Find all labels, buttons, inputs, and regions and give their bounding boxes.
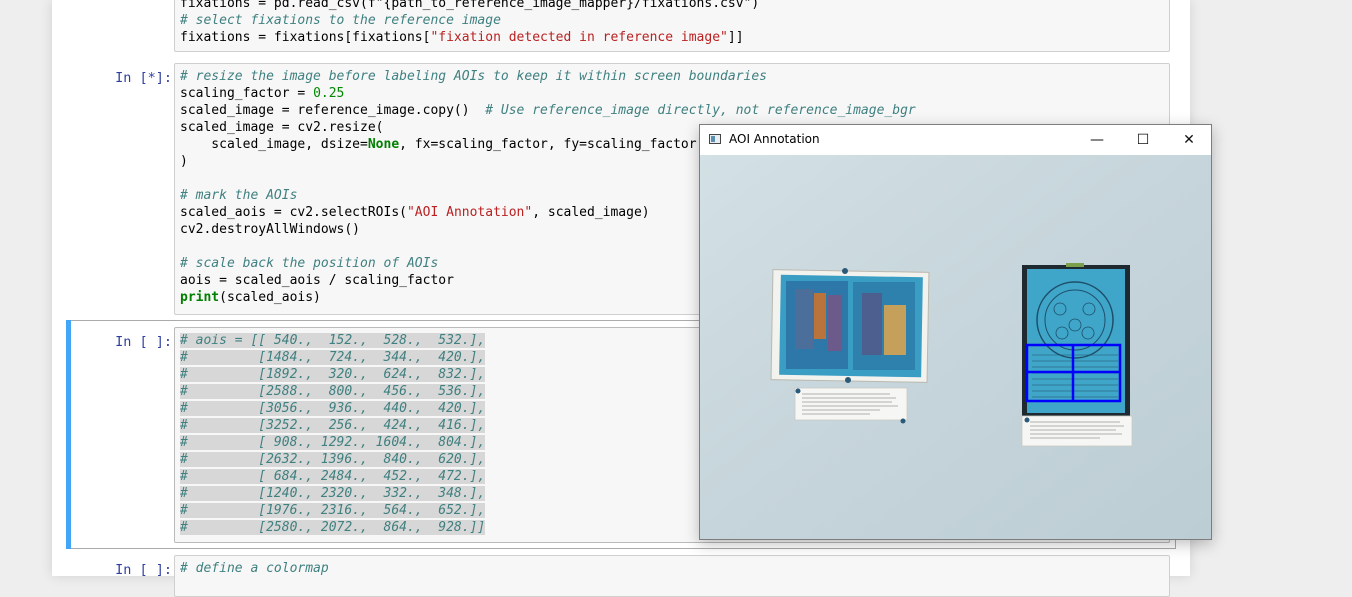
window-title: AOI Annotation — [729, 132, 820, 146]
code-token: ]] — [727, 30, 744, 45]
code-token: # [2580., 2072., 864., 928.]] — [180, 520, 486, 535]
code-input[interactable]: fixations = pd.read_csv(f"{path_to_refer… — [174, 0, 1170, 52]
code-token: # [1484., 724., 344., 420.], — [180, 350, 486, 365]
left-artwork — [770, 268, 930, 383]
code-line[interactable]: scaling_factor = 0.25 — [180, 85, 1169, 102]
code-token: , fx=scaling_factor, fy=scaling_factor — [399, 137, 697, 152]
code-token: print — [180, 290, 220, 305]
code-editor[interactable]: # define a colormap — [175, 556, 1169, 581]
code-token: scaling_factor = — [180, 86, 314, 101]
code-token: # [3056., 936., 440., 420.], — [180, 401, 486, 416]
code-token: ) — [180, 154, 188, 169]
aoi-annotation-window[interactable]: AOI Annotation — ☐ ✕ — [699, 124, 1212, 540]
code-token: fixations = pd.read_csv(f"{path_to_refer… — [180, 0, 760, 11]
code-token: (scaled_aois) — [219, 290, 321, 305]
code-line[interactable]: scaled_image = reference_image.copy() # … — [180, 102, 1169, 119]
code-token: # [3252., 256., 424., 416.], — [180, 418, 486, 433]
image-canvas[interactable] — [700, 155, 1211, 539]
code-token: # [1240., 2320., 332., 348.], — [180, 486, 486, 501]
code-token: scaled_image = reference_image.copy() — [180, 103, 486, 118]
close-button[interactable]: ✕ — [1166, 125, 1212, 155]
code-token: # [2632., 1396., 840., 620.], — [180, 452, 486, 467]
code-token: # define a colormap — [180, 561, 329, 576]
cell-prompt: In [ ]: — [115, 562, 172, 578]
code-token: scaled_image, dsize= — [180, 137, 368, 152]
app-window-icon — [709, 134, 721, 144]
code-token: None — [367, 137, 400, 152]
right-artwork — [1022, 263, 1130, 417]
code-token: cv2.destroyAllWindows() — [180, 222, 361, 237]
code-token: # [2588., 800., 456., 536.], — [180, 384, 486, 399]
code-token: # [ 908., 1292., 1604., 804.], — [180, 435, 486, 450]
code-token: , scaled_image) — [532, 205, 650, 220]
code-token: fixations = fixations[fixations[ — [180, 30, 431, 45]
code-token: # Use reference_image directly, not refe… — [485, 103, 916, 118]
code-token: # select fixations to the reference imag… — [180, 13, 501, 28]
cell-prompt: In [*]: — [115, 70, 172, 86]
cell-prompt: In [ ]: — [115, 334, 172, 350]
code-token: scaled_aois = cv2.selectROIs( — [180, 205, 407, 220]
code-token: "fixation detected in reference image" — [430, 30, 728, 45]
code-token: # [ 684., 2484., 452., 472.], — [180, 469, 486, 484]
code-line[interactable]: # select fixations to the reference imag… — [180, 12, 1169, 29]
code-line[interactable]: # define a colormap — [180, 560, 1169, 577]
minimize-button[interactable]: — — [1074, 125, 1120, 155]
code-cell[interactable]: In [ ]: # define a colormap — [52, 555, 1190, 597]
right-label-card — [1021, 415, 1133, 447]
code-token: "AOI Annotation" — [406, 205, 533, 220]
maximize-button[interactable]: ☐ — [1120, 125, 1166, 155]
reference-image[interactable] — [700, 155, 1211, 539]
code-line[interactable]: fixations = fixations[fixations["fixatio… — [180, 29, 1169, 46]
window-titlebar[interactable]: AOI Annotation — ☐ ✕ — [700, 125, 1211, 155]
left-label-card — [794, 387, 908, 424]
code-token: # mark the AOIs — [180, 188, 298, 203]
code-token: # [1976., 2316., 564., 652.], — [180, 503, 486, 518]
code-token: # scale back the position of AOIs — [180, 256, 439, 271]
code-token: scaled_image = cv2.resize( — [180, 120, 384, 135]
code-token: aois = scaled_aois / scaling_factor — [180, 273, 454, 288]
code-line[interactable]: # resize the image before labeling AOIs … — [180, 68, 1169, 85]
code-editor[interactable]: fixations = pd.read_csv(f"{path_to_refer… — [175, 0, 1169, 50]
code-token: # [1892., 320., 624., 832.], — [180, 367, 486, 382]
code-cell[interactable]: fixations = pd.read_csv(f"{path_to_refer… — [52, 0, 1190, 52]
code-token: # resize the image before labeling AOIs … — [180, 69, 767, 84]
code-token: # aois = [[ 540., 152., 528., 532.], — [180, 333, 486, 348]
code-line[interactable]: fixations = pd.read_csv(f"{path_to_refer… — [180, 0, 1169, 12]
code-input[interactable]: # define a colormap — [174, 555, 1170, 597]
code-token: 0.25 — [313, 86, 345, 101]
